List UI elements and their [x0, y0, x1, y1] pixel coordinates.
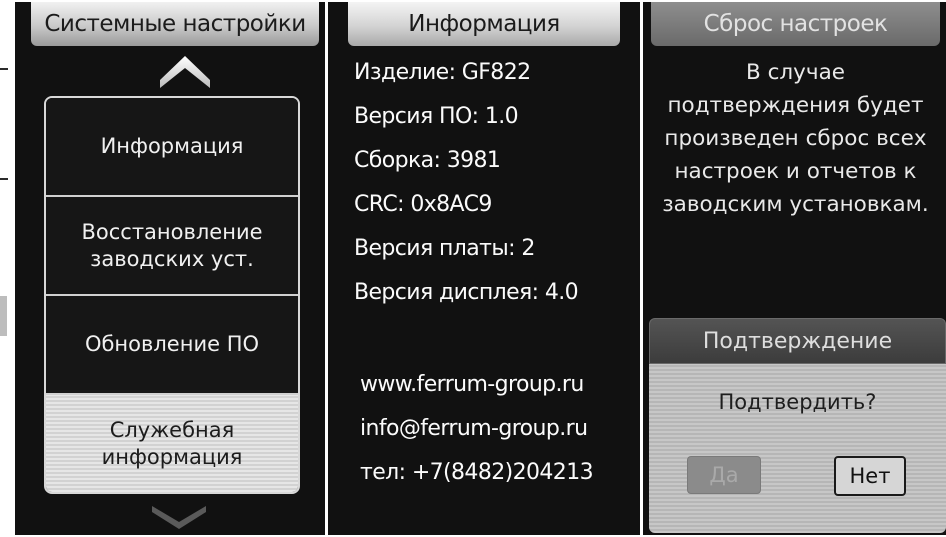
confirm-dialog: Подтверждение Подтвердить? Да Нет: [649, 318, 946, 533]
menu-item-service-info[interactable]: Служебная информация: [46, 395, 298, 492]
chevron-up-icon[interactable]: [158, 54, 212, 90]
edge-tick-top: [0, 68, 8, 70]
info-website: www.ferrum-group.ru: [360, 372, 584, 397]
settings-title: Системные настройки: [31, 2, 319, 46]
info-screen: Информация Изделие: GF822 Версия ПО: 1.0…: [328, 2, 640, 535]
reset-title: Сброс настроек: [651, 2, 940, 46]
info-product: Изделие: GF822: [354, 60, 531, 85]
info-phone: тел: +7(8482)204213: [360, 460, 594, 485]
menu-item-firmware-update[interactable]: Обновление ПО: [46, 296, 298, 395]
info-firmware-version: Версия ПО: 1.0: [354, 104, 519, 129]
edge-tick-middle: [0, 178, 8, 180]
info-crc: CRC: 0x8AC9: [354, 192, 492, 217]
yes-button[interactable]: Да: [687, 456, 761, 494]
info-board-version: Версия платы: 2: [354, 236, 535, 261]
reset-message: В случае подтверждения будет произведен …: [662, 60, 929, 217]
chevron-down-icon[interactable]: [150, 502, 208, 530]
dialog-question: Подтвердить?: [718, 390, 877, 414]
menu-item-information[interactable]: Информация: [46, 98, 298, 197]
menu-item-factory-reset[interactable]: Восстановление заводских уст.: [46, 197, 298, 296]
no-button[interactable]: Нет: [834, 456, 906, 496]
info-build: Сборка: 3981: [354, 148, 501, 173]
reset-screen: Сброс настроек В случае подтверждения бу…: [643, 2, 946, 535]
settings-menu: Информация Восстановление заводских уст.…: [44, 96, 300, 494]
dialog-title: Подтверждение: [649, 318, 946, 364]
info-email: info@ferrum-group.ru: [360, 416, 588, 441]
settings-screen: Системные настройки Информация Восстанов…: [15, 2, 325, 535]
info-title: Информация: [348, 2, 620, 46]
info-display-version: Версия дисплея: 4.0: [354, 280, 579, 305]
edge-block: [0, 296, 7, 336]
dialog-body: Подтвердить? Да Нет: [649, 364, 946, 533]
